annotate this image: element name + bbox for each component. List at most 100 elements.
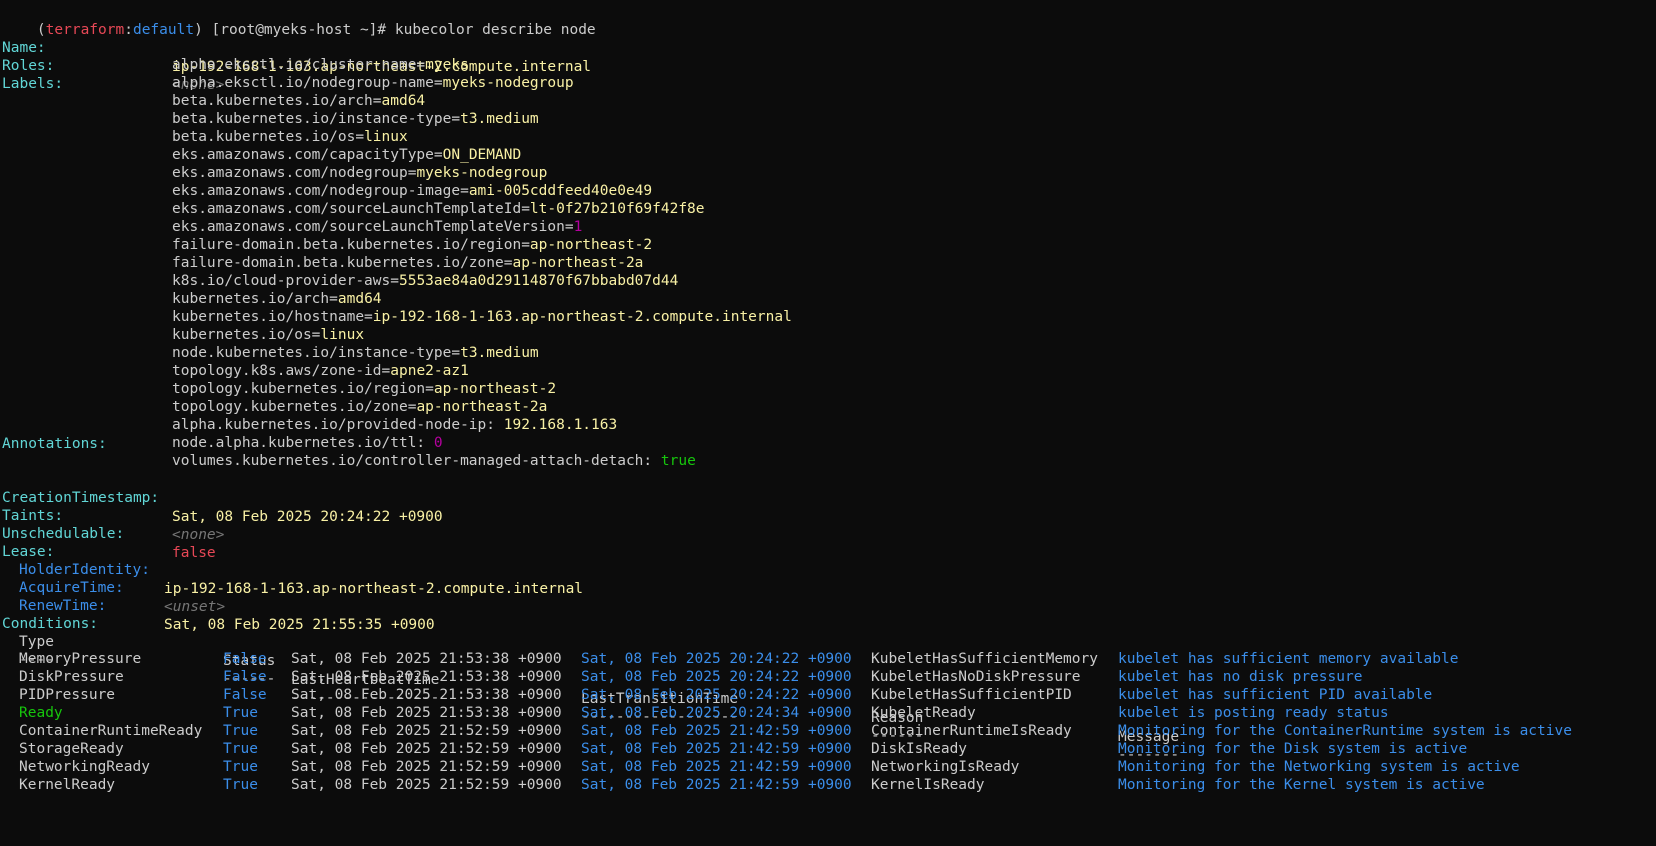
label-value: myeks-nodegroup: [442, 75, 574, 91]
condition-message: kubelet has no disk pressure: [1118, 669, 1363, 685]
label-value: amd64: [381, 93, 426, 109]
condition-transition: Sat, 08 Feb 2025 21:42:59 +0900: [581, 777, 852, 793]
label-entry: topology.kubernetes.io/region=ap-northea…: [172, 380, 556, 399]
condition-row: ContainerRuntimeReady True Sat, 08 Feb 202…: [2, 722, 1652, 741]
condition-reason: KernelIsReady: [871, 777, 985, 793]
condition-heartbeat: Sat, 08 Feb 2025 21:53:38 +0900: [291, 651, 562, 667]
label-entry: eks.amazonaws.com/sourceLaunchTemplateId…: [172, 200, 705, 219]
label-entry: failure-domain.beta.kubernetes.io/zone=a…: [172, 254, 643, 273]
annotation-key: alpha.kubernetes.io/provided-node-ip:: [172, 417, 504, 433]
label-value: 5553ae84a0d29114870f67bbabd07d44: [398, 273, 679, 289]
condition-message: Monitoring for the Networking system is …: [1118, 759, 1520, 775]
condition-heartbeat: Sat, 08 Feb 2025 21:52:59 +0900: [291, 759, 562, 775]
condition-row: PIDPressure False Sat, 08 Feb 2025 21:53:3…: [2, 686, 1652, 705]
annotation-key: node.alpha.kubernetes.io/ttl:: [172, 435, 434, 451]
label-value: ap-northeast-2a: [416, 399, 548, 415]
label-key-text: alpha.eksctl.io/nodegroup-name=: [172, 75, 443, 91]
annotation-value: true: [660, 453, 696, 469]
condition-status: False: [223, 669, 267, 685]
label-entry: beta.kubernetes.io/arch=amd64: [172, 92, 425, 111]
conditions-header: Type Status LastHeartbeatTime LastTransi…: [2, 614, 1652, 745]
label-row: alpha.eksctl.io/cluster-name=myeks: [2, 56, 1652, 75]
label-row: topology.kubernetes.io/zone=ap-northeast…: [2, 398, 1652, 417]
label-row: eks.amazonaws.com/nodegroup-image=ami-00…: [2, 182, 1652, 201]
label-entry: eks.amazonaws.com/capacityType=ON_DEMAND: [172, 146, 521, 165]
condition-transition: Sat, 08 Feb 2025 20:24:22 +0900: [581, 687, 852, 703]
label-value: lt-0f27b210f69f42f8e: [529, 201, 705, 217]
label-key-text: topology.k8s.aws/zone-id=: [172, 363, 391, 379]
label-row: topology.kubernetes.io/region=ap-northea…: [2, 380, 1652, 399]
condition-type: MemoryPressure: [19, 651, 142, 667]
label-row: k8s.io/cloud-provider-aws=5553ae84a0d291…: [2, 272, 1652, 291]
label-row: node.kubernetes.io/instance-type=t3.medi…: [2, 344, 1652, 363]
label-value: myeks: [425, 57, 469, 73]
conditions-header-underline: ---- ------ ----------------- ----------…: [2, 632, 1652, 763]
condition-row: KernelReady True Sat, 08 Feb 2025 21:52:59…: [2, 776, 1652, 795]
label-entry: node.kubernetes.io/instance-type=t3.medi…: [172, 344, 539, 363]
label-row: kubernetes.io/hostname=ip-192-168-1-163.…: [2, 308, 1652, 327]
condition-transition: Sat, 08 Feb 2025 20:24:22 +0900: [581, 651, 852, 667]
condition-status: True: [223, 723, 258, 739]
condition-message: kubelet has sufficient PID available: [1118, 687, 1433, 703]
label-key-text: k8s.io/cloud-provider-aws=: [172, 273, 399, 289]
condition-type: Ready: [19, 705, 63, 721]
condition-type: NetworkingReady: [19, 759, 150, 775]
label-key-text: node.kubernetes.io/instance-type=: [172, 345, 461, 361]
condition-reason: DiskIsReady: [871, 741, 968, 757]
label-entry: kubernetes.io/hostname=ip-192-168-1-163.…: [172, 308, 792, 327]
prompt-line: (terraform:default) [root@myeks-host ~]#…: [2, 2, 596, 38]
condition-heartbeat: Sat, 08 Feb 2025 21:53:38 +0900: [291, 705, 562, 721]
label-row: eks.amazonaws.com/sourceLaunchTemplateId…: [2, 200, 1652, 219]
conditions-row: Conditions:: [2, 596, 1652, 632]
condition-reason: KubeletHasSufficientMemory: [871, 651, 1098, 667]
label-value: t3.medium: [460, 345, 539, 361]
label-entry: beta.kubernetes.io/os=linux: [172, 128, 408, 147]
label-entry: topology.k8s.aws/zone-id=apne2-az1: [172, 362, 469, 381]
condition-message: kubelet is posting ready status: [1118, 705, 1389, 721]
label-entry: failure-domain.beta.kubernetes.io/region…: [172, 236, 652, 255]
label-row: failure-domain.beta.kubernetes.io/region…: [2, 236, 1652, 255]
label-key-text: kubernetes.io/hostname=: [172, 309, 373, 325]
condition-heartbeat: Sat, 08 Feb 2025 21:52:59 +0900: [291, 777, 562, 793]
label-key-text: eks.amazonaws.com/capacityType=: [172, 147, 443, 163]
label-row: beta.kubernetes.io/instance-type=t3.medi…: [2, 110, 1652, 129]
condition-message: Monitoring for the ContainerRuntime syst…: [1118, 723, 1572, 739]
label-key-text: failure-domain.beta.kubernetes.io/zone=: [172, 255, 513, 271]
condition-message: kubelet has sufficient memory available: [1118, 651, 1459, 667]
label-key-text: topology.kubernetes.io/zone=: [172, 399, 417, 415]
label-key-text: kubernetes.io/arch=: [172, 291, 338, 307]
label-row: eks.amazonaws.com/sourceLaunchTemplateVe…: [2, 218, 1652, 237]
condition-reason: KubeletHasNoDiskPressure: [871, 669, 1081, 685]
label-value: myeks-nodegroup: [416, 165, 548, 181]
condition-transition: Sat, 08 Feb 2025 20:24:22 +0900: [581, 669, 852, 685]
label-row: eks.amazonaws.com/capacityType=ON_DEMAND: [2, 146, 1652, 165]
label-entry: beta.kubernetes.io/instance-type=t3.medi…: [172, 110, 539, 129]
annotation-entry: alpha.kubernetes.io/provided-node-ip: 19…: [172, 416, 617, 435]
condition-type: KernelReady: [19, 777, 116, 793]
annotation-row: alpha.kubernetes.io/provided-node-ip: 19…: [2, 416, 1652, 435]
annotation-value: 0: [433, 435, 443, 451]
unschedulable-row: Unschedulable: false: [2, 506, 1652, 561]
label-entry: alpha.eksctl.io/nodegroup-name=myeks-nod…: [172, 74, 574, 93]
condition-status: True: [223, 705, 258, 721]
label-key-text: topology.kubernetes.io/region=: [172, 381, 434, 397]
terminal-window[interactable]: (terraform:default) [root@myeks-host ~]#…: [0, 0, 1656, 846]
acquire-time-row: AcquireTime: <unset>: [2, 560, 1652, 615]
annotation-entry: node.alpha.kubernetes.io/ttl: 0: [172, 434, 443, 453]
condition-status: True: [223, 759, 258, 775]
label-value: 1: [573, 219, 583, 235]
condition-row: NetworkingReady True Sat, 08 Feb 2025 21:5…: [2, 758, 1652, 777]
label-value: ip-192-168-1-163.ap-northeast-2.compute.…: [372, 309, 792, 325]
label-key-text: eks.amazonaws.com/sourceLaunchTemplateVe…: [172, 219, 574, 235]
condition-type: ContainerRuntimeReady: [19, 723, 203, 739]
label-entry: kubernetes.io/os=linux: [172, 326, 364, 345]
condition-row: MemoryPressure False Sat, 08 Feb 2025 21:5…: [2, 650, 1652, 669]
condition-message: Monitoring for the Kernel system is acti…: [1118, 777, 1485, 793]
annotation-key: volumes.kubernetes.io/controller-managed…: [172, 453, 661, 469]
condition-row: StorageReady True Sat, 08 Feb 2025 21:52:5…: [2, 740, 1652, 759]
condition-status: False: [223, 651, 267, 667]
lease-row: Lease:: [2, 524, 1652, 560]
label-value: ap-northeast-2a: [512, 255, 644, 271]
annotation-row: node.alpha.kubernetes.io/ttl: 0: [2, 434, 1652, 453]
condition-heartbeat: Sat, 08 Feb 2025 21:53:38 +0900: [291, 687, 562, 703]
